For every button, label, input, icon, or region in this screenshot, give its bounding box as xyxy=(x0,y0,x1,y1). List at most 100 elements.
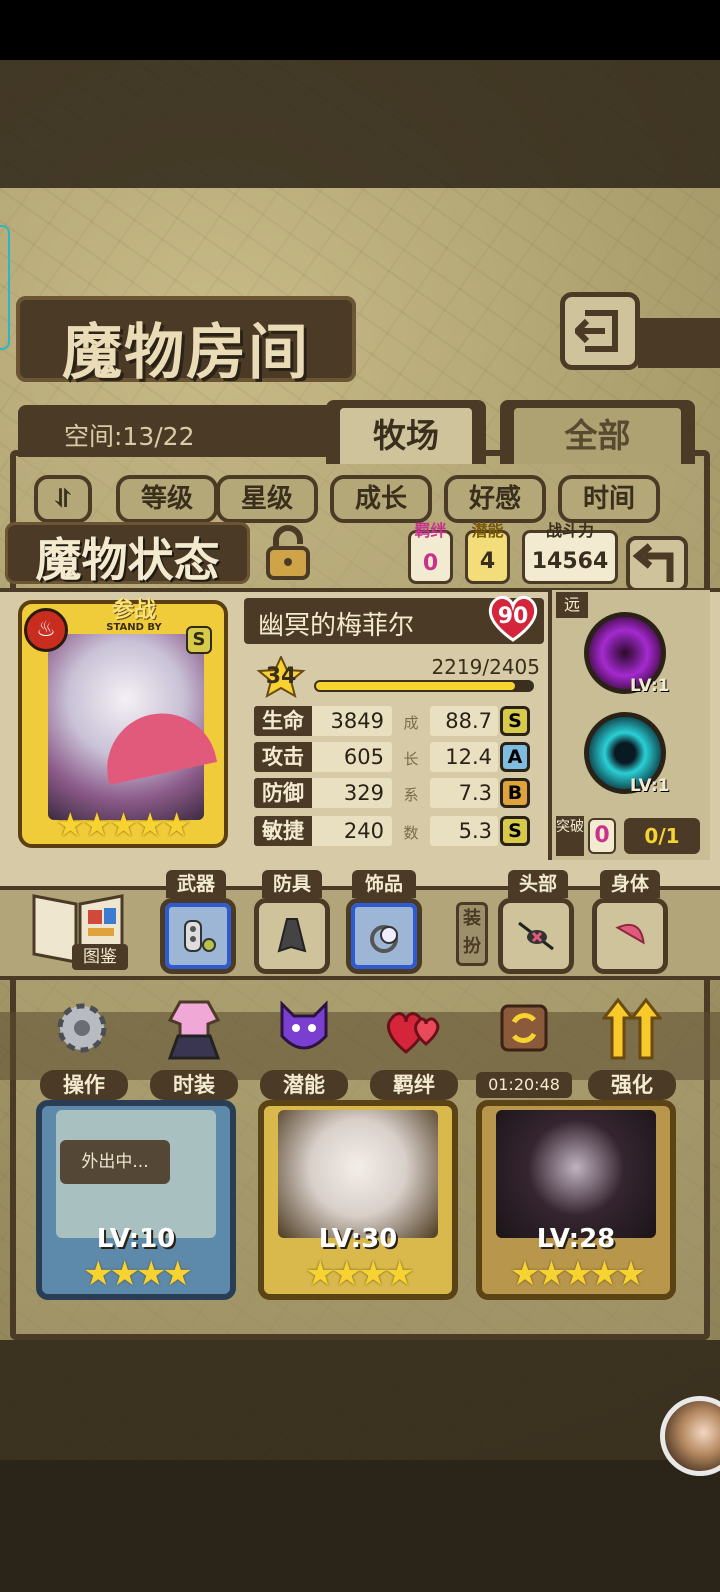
growth-caption-char: 成 xyxy=(403,714,419,732)
weapon-label: 武器 xyxy=(166,870,226,898)
top-shade xyxy=(0,60,720,188)
monster-card[interactable]: LV:28 ★★★★★ xyxy=(476,1100,676,1300)
potential-button[interactable]: 潜能 xyxy=(256,992,352,1102)
hearts-icon xyxy=(387,1012,440,1054)
bond-action-label: 羁绊 xyxy=(370,1070,458,1100)
devil-icon xyxy=(280,1000,328,1050)
side-drawer-handle[interactable] xyxy=(0,225,10,350)
tab-all-label: 全部 xyxy=(514,408,681,464)
growth-value: 7.3 xyxy=(430,778,498,808)
sort-affection-button[interactable]: 好感 xyxy=(444,475,546,523)
potential-value: 4 xyxy=(479,549,496,574)
sort-time-button[interactable]: 时间 xyxy=(558,475,660,523)
head-slot[interactable] xyxy=(498,898,574,974)
growth-grade-badge: S xyxy=(500,706,530,736)
space-counter: 空间:13/22 xyxy=(18,405,338,457)
stat-label: 生命 xyxy=(254,706,312,736)
sort-toggle-icon: ⥯ xyxy=(52,484,74,514)
exp-text: 2219/2405 xyxy=(431,655,540,679)
rank-badge: S xyxy=(186,626,212,654)
cycle-timer: 01:20:48 xyxy=(476,1072,572,1098)
body-slot[interactable] xyxy=(592,898,668,974)
gear-icon xyxy=(57,1003,107,1053)
monster-name: 幽冥的梅菲尔 xyxy=(258,611,415,641)
eyepatch-icon xyxy=(518,921,554,951)
up-arrows-icon xyxy=(602,997,662,1060)
combat-power-value: 14564 xyxy=(531,549,609,574)
stat-label: 敏捷 xyxy=(254,816,312,846)
weapon-slot[interactable] xyxy=(160,898,236,974)
bond-value: 0 xyxy=(422,551,439,576)
exit-icon xyxy=(575,310,618,352)
stat-value: 329 xyxy=(312,778,392,808)
skill-2-level: LV:1 xyxy=(630,776,670,796)
dress-icon xyxy=(167,1000,221,1060)
head-label: 头部 xyxy=(508,870,568,898)
enhance-label: 强化 xyxy=(588,1070,676,1100)
stat-label: 防御 xyxy=(254,778,312,808)
standby-cn: 参战 xyxy=(111,598,156,623)
exit-button[interactable] xyxy=(560,292,640,370)
breakthrough-label: 突破 xyxy=(556,816,584,856)
monster-card-portrait xyxy=(278,1110,438,1238)
tab-all[interactable]: 全部 xyxy=(500,400,695,464)
book-label: 图鉴 xyxy=(72,944,128,970)
armor-label: 防具 xyxy=(262,870,322,898)
stat-value: 240 xyxy=(312,816,392,846)
affection-heart: 90 xyxy=(486,592,540,644)
bottom-shade xyxy=(0,1340,720,1460)
combat-power: 战斗力 14564 xyxy=(522,521,618,584)
room-title-text: 魔物房间 xyxy=(62,318,310,388)
potential-action-label: 潜能 xyxy=(260,1070,348,1100)
back-rail xyxy=(638,318,720,368)
breakthrough[interactable]: 突破 0 0/1 xyxy=(556,816,706,856)
status-bar-area xyxy=(0,0,720,60)
growth-value: 5.3 xyxy=(430,816,498,846)
growth-grade-badge: B xyxy=(500,778,530,808)
sort-level-button[interactable]: 等级 xyxy=(116,475,218,523)
fire-element-icon: ♨ xyxy=(24,608,68,652)
cloak-icon xyxy=(277,918,307,953)
armor-slot[interactable] xyxy=(254,898,330,974)
bond-counter: 羁绊 0 xyxy=(408,521,453,584)
body-label: 身体 xyxy=(600,870,660,898)
affection-value: 90 xyxy=(497,604,529,629)
growth-value: 88.7 xyxy=(430,706,498,736)
status-title: 魔物状态 xyxy=(5,522,250,587)
enhance-button[interactable]: 强化 xyxy=(584,992,680,1102)
monster-card[interactable]: LV:30 ★★★★ xyxy=(258,1100,458,1300)
monster-card-level: LV:28 xyxy=(536,1224,616,1254)
sort-growth-button[interactable]: 成长 xyxy=(330,475,432,523)
exp-fill xyxy=(316,682,515,690)
breakthrough-fraction: 0/1 xyxy=(624,818,700,854)
tab-ranch[interactable]: 牧场 xyxy=(326,400,486,464)
lock-icon[interactable] xyxy=(258,522,318,582)
operate-button[interactable]: 操作 xyxy=(36,992,132,1102)
stat-label: 攻击 xyxy=(254,742,312,772)
growth-caption-char: 长 xyxy=(403,750,419,768)
stat-value: 3849 xyxy=(312,706,392,736)
operate-label: 操作 xyxy=(40,1070,128,1100)
umbrella-icon xyxy=(615,923,645,945)
accessory-slot[interactable] xyxy=(346,898,422,974)
level-badge: 34 xyxy=(256,654,306,699)
room-title: 魔物房间 xyxy=(16,296,356,388)
bond-button[interactable]: 羁绊 xyxy=(366,992,462,1102)
gatling-icon xyxy=(184,920,216,952)
costume-label: 时装 xyxy=(150,1070,238,1100)
status-title-text: 魔物状态 xyxy=(35,533,220,587)
ring-icon xyxy=(370,925,398,953)
skill-1-level: LV:1 xyxy=(630,676,670,696)
breakthrough-count: 0 xyxy=(588,818,616,854)
costume-button[interactable]: 时装 xyxy=(146,992,242,1102)
range-tag: 远 xyxy=(556,592,588,618)
standby-badge: 参战 STAND BY xyxy=(86,600,182,636)
growth-grade-badge: A xyxy=(500,742,530,772)
sort-star-button[interactable]: 星级 xyxy=(216,475,318,523)
sort-order-toggle[interactable]: ⥯ xyxy=(34,475,92,523)
growth-grade-badge: S xyxy=(500,816,530,846)
cycle-button[interactable]: 01:20:48 xyxy=(476,992,572,1102)
monster-card[interactable]: LV:10 ★★★★ xyxy=(36,1100,236,1300)
close-status-button[interactable] xyxy=(626,536,688,592)
bottom-area xyxy=(0,1460,720,1592)
